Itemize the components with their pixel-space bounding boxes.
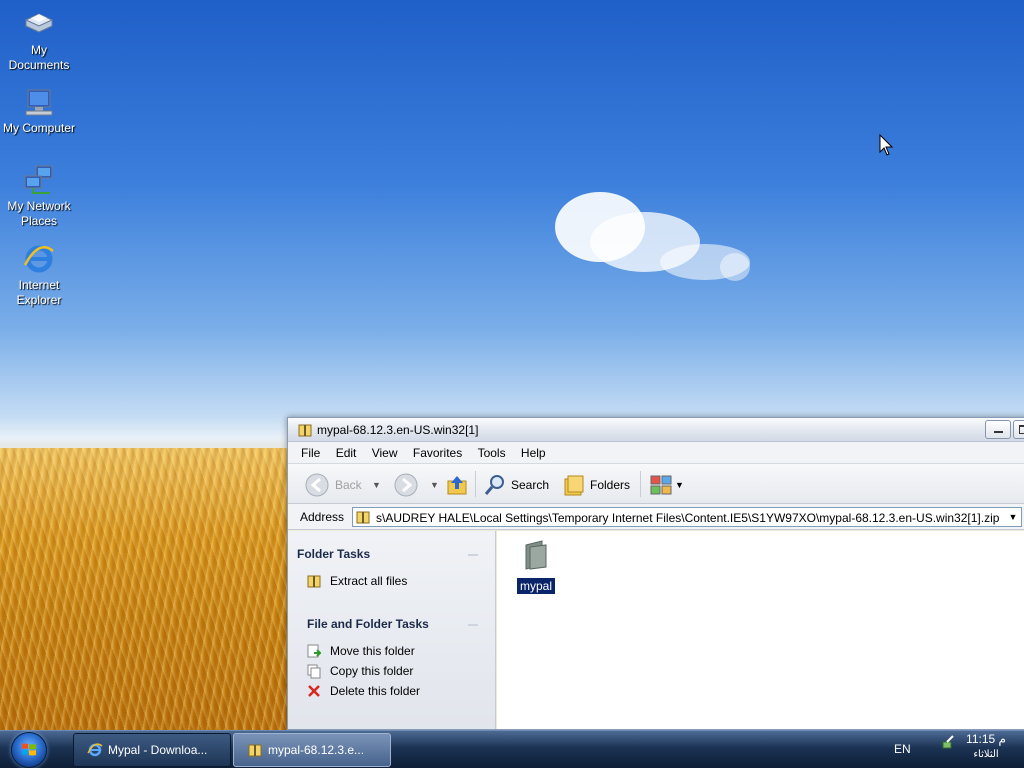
clock-time: 11:15 م [966,732,1006,746]
taskbar-button-mypal[interactable]: Mypal - Downloa... [73,733,231,767]
copy-icon [307,664,321,679]
address-dropdown-icon[interactable]: ▼ [1005,508,1021,526]
folder-icon [525,540,547,570]
folders-button[interactable]: Folders [563,472,630,498]
task-pane: Folder Tasks Extract all files File and … [288,531,496,729]
maximize-button[interactable] [1013,420,1024,439]
back-dropdown[interactable]: ▼ [372,472,381,498]
taskbar: Mypal - Downloa... mypal-68.12.3.e... EN… [0,730,1024,768]
forward-dropdown[interactable]: ▼ [430,472,439,498]
internet-explorer-icon [23,245,54,273]
menu-help[interactable]: Help [515,442,552,464]
taskbar-button-explorer[interactable]: mypal-68.12.3.e... [233,733,391,767]
delete-icon [308,685,320,697]
extract-icon [307,575,321,588]
up-folder-button[interactable] [445,472,469,498]
desktop-icon-label: My Network Places [7,199,71,228]
desktop-icon-label: Internet Explorer [16,278,62,307]
maximize-icon [1019,425,1024,434]
content-pane: mypal [497,531,1024,729]
back-arrow-icon [305,473,329,497]
folder-item-mypal[interactable]: mypal [516,539,556,594]
start-button[interactable] [11,732,47,768]
menu-bar: File Edit View Favorites Tools Help [288,442,1024,464]
system-clock[interactable]: 11:15 م الثلاثاء [966,732,1006,762]
file-folder-tasks-header[interactable]: File and Folder Tasks [307,617,429,631]
toolbar-separator [475,471,476,497]
search-button[interactable]: Search [484,472,549,498]
window-titlebar[interactable]: mypal-68.12.3.en-US.win32[1] [288,418,1024,442]
mouse-cursor-icon [879,134,894,156]
desktop-icon-label: My Computer [2,121,76,135]
up-folder-icon [447,476,467,495]
menu-edit[interactable]: Edit [330,442,363,464]
dropdown-arrow-icon: ▼ [675,480,684,490]
task-copy-folder[interactable]: Copy this folder [306,663,413,679]
folder-item-label: mypal [516,578,555,594]
desktop-icon-my-documents[interactable]: My Documents [0,8,78,73]
menu-file[interactable]: File [295,442,326,464]
dropdown-arrow-icon: ▼ [372,480,381,490]
address-label: Address [300,510,345,524]
address-value: s\AUDREY HALE\Local Settings\Temporary I… [376,511,1000,525]
forward-button[interactable] [393,472,419,498]
dropdown-arrow-icon: ▼ [430,480,439,490]
desktop: My Documents My Computer My Network Plac… [0,0,1024,730]
task-delete-folder[interactable]: Delete this folder [306,683,420,699]
my-documents-icon [24,13,54,33]
network-places-icon [24,165,53,194]
window-body: Folder Tasks Extract all files File and … [288,531,1024,729]
menu-view[interactable]: View [366,442,404,464]
menu-tools[interactable]: Tools [472,442,512,464]
menu-favorites[interactable]: Favorites [407,442,468,464]
zip-folder-icon [298,424,312,437]
search-icon [484,475,504,495]
move-icon [307,644,322,658]
zip-folder-icon [248,744,262,757]
desktop-icon-my-network-places[interactable]: My Network Places [0,164,78,229]
address-bar: Address s\AUDREY HALE\Local Settings\Tem… [288,504,1024,530]
desktop-icon-label: My Documents [8,43,70,72]
window-title: mypal-68.12.3.en-US.win32[1] [317,423,479,437]
internet-explorer-icon [87,743,103,757]
folder-tasks-header[interactable]: Folder Tasks [297,547,370,561]
folders-icon [564,475,584,496]
toolbar: Back ▼ ▼ Search Folders ▼ [288,464,1024,504]
task-move-folder[interactable]: Move this folder [306,643,415,659]
my-computer-icon [25,89,53,116]
cloud-wallpaper [555,192,750,281]
views-icon [650,475,672,495]
zip-folder-icon [356,511,370,524]
collapse-icon[interactable] [468,554,478,556]
language-indicator[interactable]: EN [894,742,911,756]
desktop-icon-my-computer[interactable]: My Computer [0,86,78,136]
task-extract-all-files[interactable]: Extract all files [306,573,407,589]
views-button[interactable]: ▼ [649,472,684,498]
windows-logo-icon [22,743,36,756]
desktop-icon-internet-explorer[interactable]: Internet Explorer [0,243,78,308]
address-input[interactable]: s\AUDREY HALE\Local Settings\Temporary I… [352,507,1022,527]
network-tray-icon[interactable] [941,734,957,750]
minimize-icon [994,431,1003,433]
minimize-button[interactable] [985,420,1011,439]
clock-day: الثلاثاء [973,749,999,760]
explorer-window[interactable]: mypal-68.12.3.en-US.win32[1] File Edit V… [287,417,1024,730]
toolbar-separator [640,471,641,497]
forward-arrow-icon [394,473,418,497]
collapse-icon[interactable] [468,624,478,626]
back-button[interactable]: Back [304,472,362,498]
